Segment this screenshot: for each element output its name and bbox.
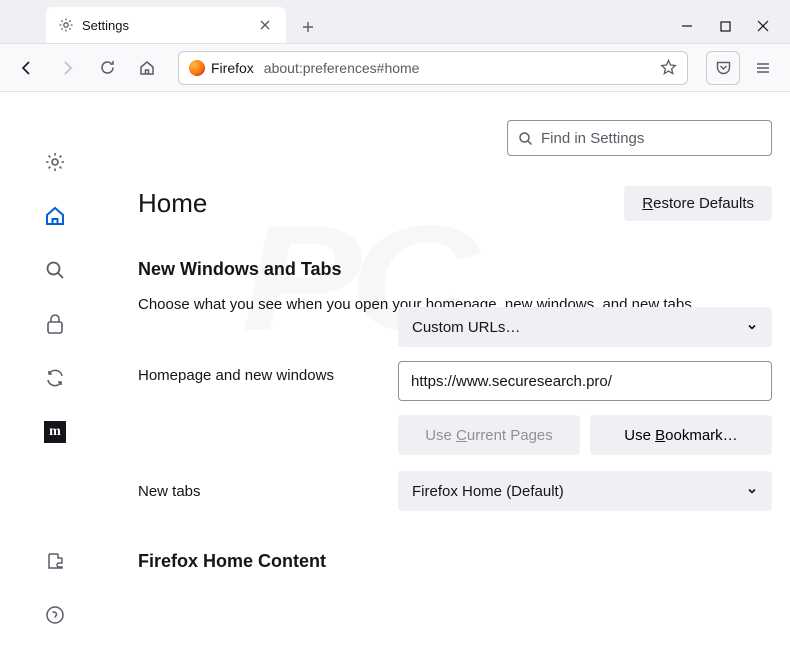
dropdown-value: Firefox Home (Default)	[412, 483, 564, 500]
urlbar-actions	[660, 59, 677, 76]
sidebar-item-help[interactable]	[41, 601, 69, 629]
chevron-down-icon	[746, 485, 758, 497]
close-window-button[interactable]	[756, 19, 770, 33]
titlebar: Settings	[0, 0, 790, 44]
identity-label: Firefox	[211, 60, 254, 76]
sidebar-item-general[interactable]	[41, 148, 69, 176]
m-icon: m	[44, 421, 66, 443]
close-icon[interactable]	[256, 16, 274, 34]
gear-icon	[58, 17, 74, 33]
homepage-label: Homepage and new windows	[138, 367, 398, 384]
sidebar: m	[0, 92, 110, 647]
chevron-down-icon	[746, 321, 758, 333]
tab-title: Settings	[82, 18, 248, 33]
forward-button[interactable]	[50, 51, 84, 85]
firefox-logo-icon	[189, 60, 205, 76]
menu-button[interactable]	[746, 51, 780, 85]
minimize-button[interactable]	[680, 19, 694, 33]
content-area: m PC Find in Settings Home RRestore Defa…	[0, 92, 790, 647]
sidebar-item-extensions[interactable]	[41, 547, 69, 575]
url-text: about:preferences#home	[264, 60, 650, 76]
bookmark-star-icon[interactable]	[660, 59, 677, 76]
newtabs-dropdown[interactable]: Firefox Home (Default)	[398, 471, 772, 511]
settings-search-input[interactable]: Find in Settings	[507, 120, 772, 156]
main-panel: PC Find in Settings Home RRestore Defaul…	[110, 92, 790, 647]
sidebar-item-home[interactable]	[41, 202, 69, 230]
page-title: Home	[138, 188, 207, 219]
url-bar[interactable]: Firefox about:preferences#home	[178, 51, 688, 85]
new-tab-button[interactable]	[292, 11, 324, 43]
pocket-button[interactable]	[706, 51, 740, 85]
use-current-pages-button[interactable]: Use Current Pages	[398, 415, 580, 455]
window-controls	[680, 19, 790, 43]
use-bookmark-button[interactable]: Use Bookmark…	[590, 415, 772, 455]
sidebar-item-sync[interactable]	[41, 364, 69, 392]
restore-defaults-button[interactable]: RRestore Defaultsestore Defaults	[624, 186, 772, 221]
maximize-button[interactable]	[718, 19, 732, 33]
newtabs-label: New tabs	[138, 483, 398, 500]
sidebar-item-more[interactable]: m	[41, 418, 69, 446]
browser-tab[interactable]: Settings	[46, 7, 286, 43]
section-title-2: Firefox Home Content	[138, 551, 772, 572]
search-placeholder: Find in Settings	[541, 130, 644, 147]
sidebar-item-search[interactable]	[41, 256, 69, 284]
reload-button[interactable]	[90, 51, 124, 85]
back-button[interactable]	[10, 51, 44, 85]
homepage-url-input[interactable]	[398, 361, 772, 401]
homepage-dropdown[interactable]: Custom URLs…	[398, 307, 772, 347]
identity-box: Firefox	[189, 60, 254, 76]
sidebar-item-privacy[interactable]	[41, 310, 69, 338]
home-button[interactable]	[130, 51, 164, 85]
toolbar: Firefox about:preferences#home	[0, 44, 790, 92]
dropdown-value: Custom URLs…	[412, 319, 520, 336]
section-title: New Windows and Tabs	[138, 259, 772, 280]
